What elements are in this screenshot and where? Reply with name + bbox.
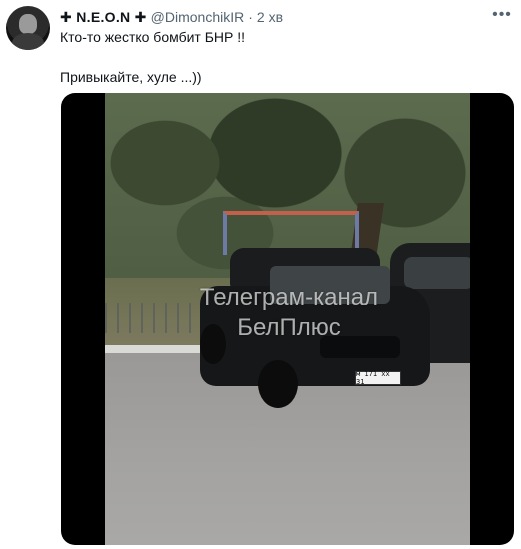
car-windshield — [270, 266, 390, 304]
tweet-text-line: Кто-то жестко бомбит БНР !! — [60, 29, 246, 45]
car-wheel — [200, 324, 226, 364]
user-handle[interactable]: @DimonchikIR — [151, 8, 245, 26]
curb — [105, 345, 205, 353]
display-name[interactable]: ✚ N.E.O.N ✚ — [60, 8, 147, 26]
tweet-text: Кто-то жестко бомбит БНР !! Привыкайте, … — [60, 27, 245, 87]
car-wheel — [258, 360, 298, 408]
avatar-body — [12, 33, 44, 50]
tweet-text-line: Привыкайте, хуле ...)) — [60, 69, 202, 85]
tweet-header: ✚ N.E.O.N ✚ @DimonchikIR · 2 хв — [60, 8, 283, 26]
avatar[interactable] — [6, 6, 50, 50]
timestamp[interactable]: 2 хв — [257, 8, 283, 26]
parked-suv: м 171 хх 31 — [200, 248, 430, 413]
separator-dot: · — [248, 9, 253, 25]
license-plate: м 171 хх 31 — [355, 370, 401, 386]
video-frame: м 171 хх 31 Телеграм-канал БелПлюс — [105, 93, 470, 545]
tweet-media-video[interactable]: м 171 хх 31 Телеграм-канал БелПлюс — [61, 93, 514, 545]
car-grille — [320, 336, 400, 358]
tweet: ✚ N.E.O.N ✚ @DimonchikIR · 2 хв ••• Кто-… — [0, 0, 521, 549]
more-horizontal-icon[interactable]: ••• — [491, 6, 513, 24]
avatar-face — [19, 14, 37, 34]
